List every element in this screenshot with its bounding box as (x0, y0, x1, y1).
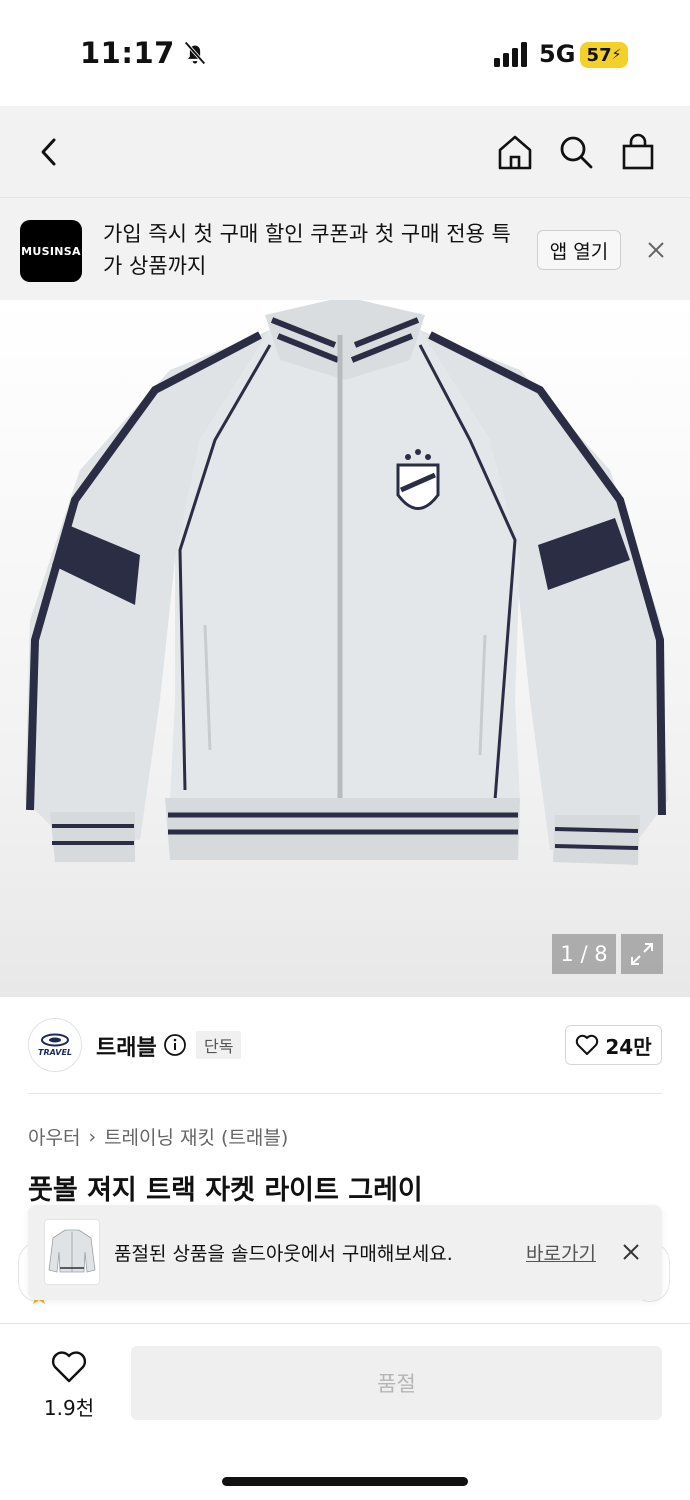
travel-logo-icon (41, 1033, 69, 1047)
toast-message: 품절된 상품을 솔드아웃에서 구매해보세요. (114, 1243, 453, 1265)
breadcrumb-item[interactable]: 아우터 (28, 1123, 80, 1150)
chevron-right-icon: › (88, 1125, 97, 1148)
expand-icon (631, 943, 653, 965)
brand-like-count: 24만 (605, 1034, 652, 1059)
expand-image-button[interactable] (621, 934, 663, 974)
brand-logo-text: TRAVEL (37, 1048, 73, 1057)
wishlist-count: 1.9천 (43, 1396, 95, 1420)
banner-message: 가입 즉시 첫 구매 할인 쿠폰과 첫 구매 전용 특가 상품까지 (103, 222, 511, 278)
time-text: 11:17 (80, 36, 175, 70)
search-button[interactable] (552, 128, 600, 176)
home-indicator (222, 1477, 468, 1486)
close-icon (648, 242, 664, 258)
exclusive-badge: 단독 (196, 1031, 242, 1059)
brand-row: TRAVEL 트래블 단독 24만 (0, 1000, 690, 1094)
app-install-banner: MUSINSA 가입 즉시 첫 구매 할인 쿠폰과 첫 구매 전용 특가 상품까… (0, 198, 690, 300)
home-icon (498, 135, 532, 170)
info-icon[interactable] (163, 1033, 187, 1057)
signal-icon (494, 42, 527, 67)
status-time: 11:17 (80, 36, 209, 70)
track-jacket-image (25, 300, 668, 865)
brand-like-button[interactable]: 24만 (565, 1025, 662, 1065)
banner-close-button[interactable] (640, 234, 672, 266)
breadcrumb: 아우터 › 트레이닝 재킷 (트래블) (28, 1123, 288, 1150)
cart-button[interactable] (614, 128, 662, 176)
heart-icon (576, 1034, 599, 1055)
network-type: 5G (539, 40, 576, 68)
open-app-button[interactable]: 앱 열기 (537, 230, 621, 270)
back-icon (41, 138, 56, 166)
product-image-gallery[interactable] (0, 300, 690, 997)
battery-level: 57 (586, 44, 612, 66)
top-nav-bar (0, 106, 690, 198)
divider (28, 1093, 662, 1094)
musinsa-logo: MUSINSA (20, 220, 82, 282)
brand-logo[interactable]: TRAVEL (28, 1018, 82, 1072)
heart-icon (51, 1351, 87, 1383)
jacket-thumbnail-icon (48, 1229, 96, 1273)
battery-charging-icon: 57 ⚡ (580, 42, 628, 68)
toast-product-thumbnail (44, 1219, 100, 1285)
soldout-toast: 품절된 상품을 솔드아웃에서 구매해보세요. 바로가기 (28, 1205, 662, 1300)
search-icon (560, 136, 593, 169)
brand-name[interactable]: 트래블 (96, 1030, 157, 1062)
product-title: 풋볼 져지 트랙 자켓 라이트 그레이 (28, 1175, 423, 1206)
shopping-bag-icon (622, 133, 654, 170)
breadcrumb-item[interactable]: 트레이닝 재킷 (트래블) (104, 1123, 288, 1150)
home-button[interactable] (491, 128, 539, 176)
toast-go-link[interactable]: 바로가기 (526, 1239, 596, 1266)
soldout-button[interactable]: 품절 (131, 1346, 662, 1420)
close-icon[interactable] (618, 1239, 644, 1265)
back-button[interactable] (26, 128, 74, 176)
image-counter: 1 / 8 (552, 934, 616, 974)
bell-off-icon (184, 41, 206, 65)
wishlist-button[interactable]: 1.9천 (40, 1350, 98, 1421)
bottom-action-bar: 1.9천 품절 (0, 1324, 690, 1500)
status-bar: 11:17 5G 57 ⚡ (0, 0, 690, 106)
